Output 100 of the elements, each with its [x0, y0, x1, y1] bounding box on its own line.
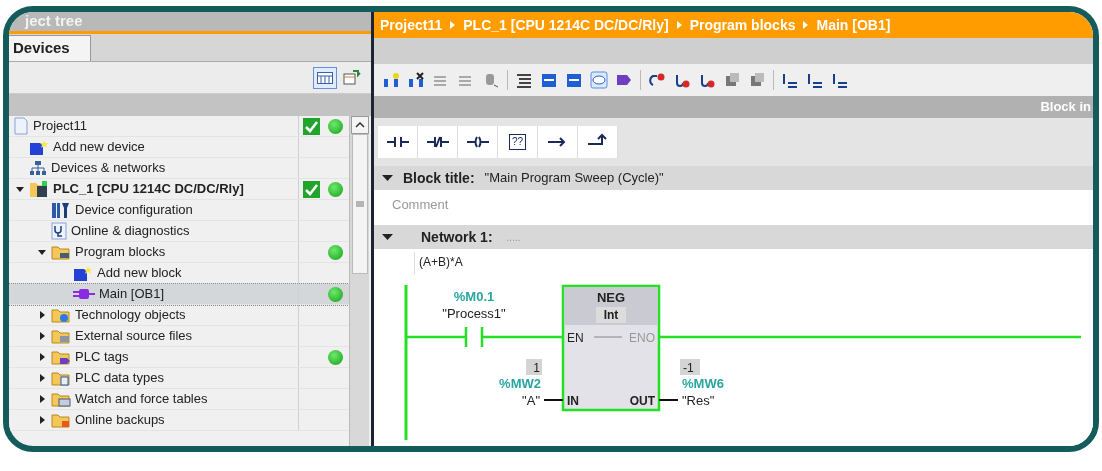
collapse-arrow-icon[interactable] [382, 174, 393, 182]
tree-item[interactable]: Add new device [9, 137, 349, 158]
block-title-label: Block title: [403, 168, 475, 188]
block-title-value: "Main Program Sweep (Cycle)" [484, 169, 664, 188]
tree-item[interactable]: Add new block [9, 263, 349, 284]
open-branch-button[interactable] [538, 126, 578, 158]
network-title-bar[interactable]: Network 1: ..... [374, 225, 1093, 249]
output-address: %MW6 [682, 376, 724, 391]
folder-icon [51, 349, 71, 365]
expand-arrow-icon[interactable] [38, 311, 46, 319]
tree-item[interactable]: Devices & networks [9, 158, 349, 179]
expand-arrow-icon[interactable] [38, 416, 46, 424]
eno-pin: ENO [629, 331, 655, 345]
tree-item[interactable]: Technology objects [9, 305, 349, 326]
stethoscope-icon [51, 222, 67, 240]
chevron-icon [676, 21, 682, 29]
grip-icon [355, 201, 364, 207]
item-label: Device configuration [75, 201, 193, 220]
en-pin: EN [567, 331, 584, 345]
insert-network-icon[interactable] [382, 71, 400, 89]
add-icon [29, 138, 49, 156]
no-contact-button[interactable] [378, 126, 418, 158]
window-icon[interactable] [540, 71, 558, 89]
nc-contact-button[interactable] [418, 126, 458, 158]
collapse-arrow-icon[interactable] [38, 248, 46, 256]
output-value: -1 [683, 361, 694, 375]
tree-item[interactable]: PLC_1 [CPU 1214C DC/DC/Rly] [9, 179, 349, 200]
item-label: PLC_1 [CPU 1214C DC/DC/Rly] [53, 180, 244, 199]
expand-arrow-icon[interactable] [38, 353, 46, 361]
scroll-up-icon[interactable] [354, 122, 365, 128]
delete-network-icon[interactable] [407, 71, 425, 89]
chevron-icon [450, 21, 456, 29]
input-tag: "A" [522, 393, 540, 408]
network-title-placeholder: ..... [506, 230, 521, 245]
item-label: External source files [75, 327, 193, 346]
output-tag: "Res" [682, 393, 715, 408]
box-name: NEG [596, 290, 626, 305]
item-label: PLC tags [75, 348, 129, 367]
tree-item[interactable]: Device configuration [9, 200, 349, 221]
tree-item[interactable]: Online backups [9, 410, 349, 431]
window-icon[interactable] [565, 71, 583, 89]
empty-box-button[interactable]: ?? [498, 126, 538, 158]
contact-address: %M0.1 [453, 289, 495, 304]
item-label: Program blocks [75, 243, 166, 262]
network-comment: (A+B)*A [414, 252, 1093, 274]
scrollbar[interactable] [349, 116, 369, 446]
tree-item[interactable]: Main [OB1] [9, 284, 349, 305]
network-label: Network 1: [421, 227, 493, 247]
add-icon [73, 264, 93, 282]
input-address: %MW2 [499, 376, 541, 391]
item-label: Devices & networks [51, 159, 166, 178]
block-title-bar[interactable]: Block title: "Main Program Sweep (Cycle)" [374, 166, 1093, 190]
tree-item[interactable]: Online & diagnostics [9, 221, 349, 242]
close-branch-button[interactable] [578, 126, 618, 158]
in-pin: IN [567, 394, 579, 408]
indent-icon[interactable] [831, 71, 849, 89]
tree-item[interactable]: Watch and force tables [9, 389, 349, 410]
contact-tag: "Process1" [442, 306, 506, 321]
tree-item[interactable]: PLC data types [9, 368, 349, 389]
comment-field[interactable]: Comment [374, 190, 1093, 225]
tree-item[interactable]: External source files [9, 326, 349, 347]
folder-icon [51, 391, 71, 407]
tree-item[interactable]: PLC tags [9, 347, 349, 368]
expand-arrow-icon[interactable] [38, 374, 46, 382]
collapse-arrow-icon[interactable] [382, 233, 393, 241]
copy-icon[interactable] [748, 71, 766, 89]
indent-icon[interactable] [806, 71, 824, 89]
folder-icon [51, 307, 71, 323]
comment-icon[interactable] [590, 71, 608, 89]
network-icon [29, 160, 47, 176]
item-label: Project11 [33, 117, 87, 136]
plc-icon [29, 180, 49, 198]
folder-icon [51, 244, 71, 260]
table-icon [317, 71, 333, 84]
input-value: 1 [533, 361, 540, 375]
table-view-button[interactable] [313, 66, 337, 89]
item-label: PLC data types [75, 369, 164, 388]
table-arrow-icon[interactable] [343, 69, 361, 86]
wrench-icon [51, 201, 71, 219]
pane-title: ject tree [25, 12, 83, 32]
item-label: Online & diagnostics [71, 222, 190, 241]
block-icon [73, 288, 95, 300]
coil-button[interactable] [458, 126, 498, 158]
collapse-arrow-icon[interactable] [16, 185, 24, 193]
align-left-icon[interactable] [515, 71, 533, 89]
tree-item[interactable]: Program blocks [9, 242, 349, 263]
expand-arrow-icon[interactable] [38, 332, 46, 340]
copy-icon[interactable] [723, 71, 741, 89]
item-label: Online backups [75, 411, 165, 430]
item-label: Add new device [53, 138, 145, 157]
tab[interactable]: Devices [9, 35, 91, 61]
expand-arrow-icon[interactable] [38, 395, 46, 403]
item-label: Main [OB1] [99, 285, 165, 304]
out-pin: OUT [629, 394, 655, 408]
folder-icon [51, 412, 71, 428]
item-label: Add new block [97, 264, 182, 283]
tree-item[interactable]: Project11 [9, 116, 349, 137]
indent-icon[interactable] [781, 71, 799, 89]
folder-icon [51, 328, 71, 344]
document-icon [13, 117, 29, 135]
